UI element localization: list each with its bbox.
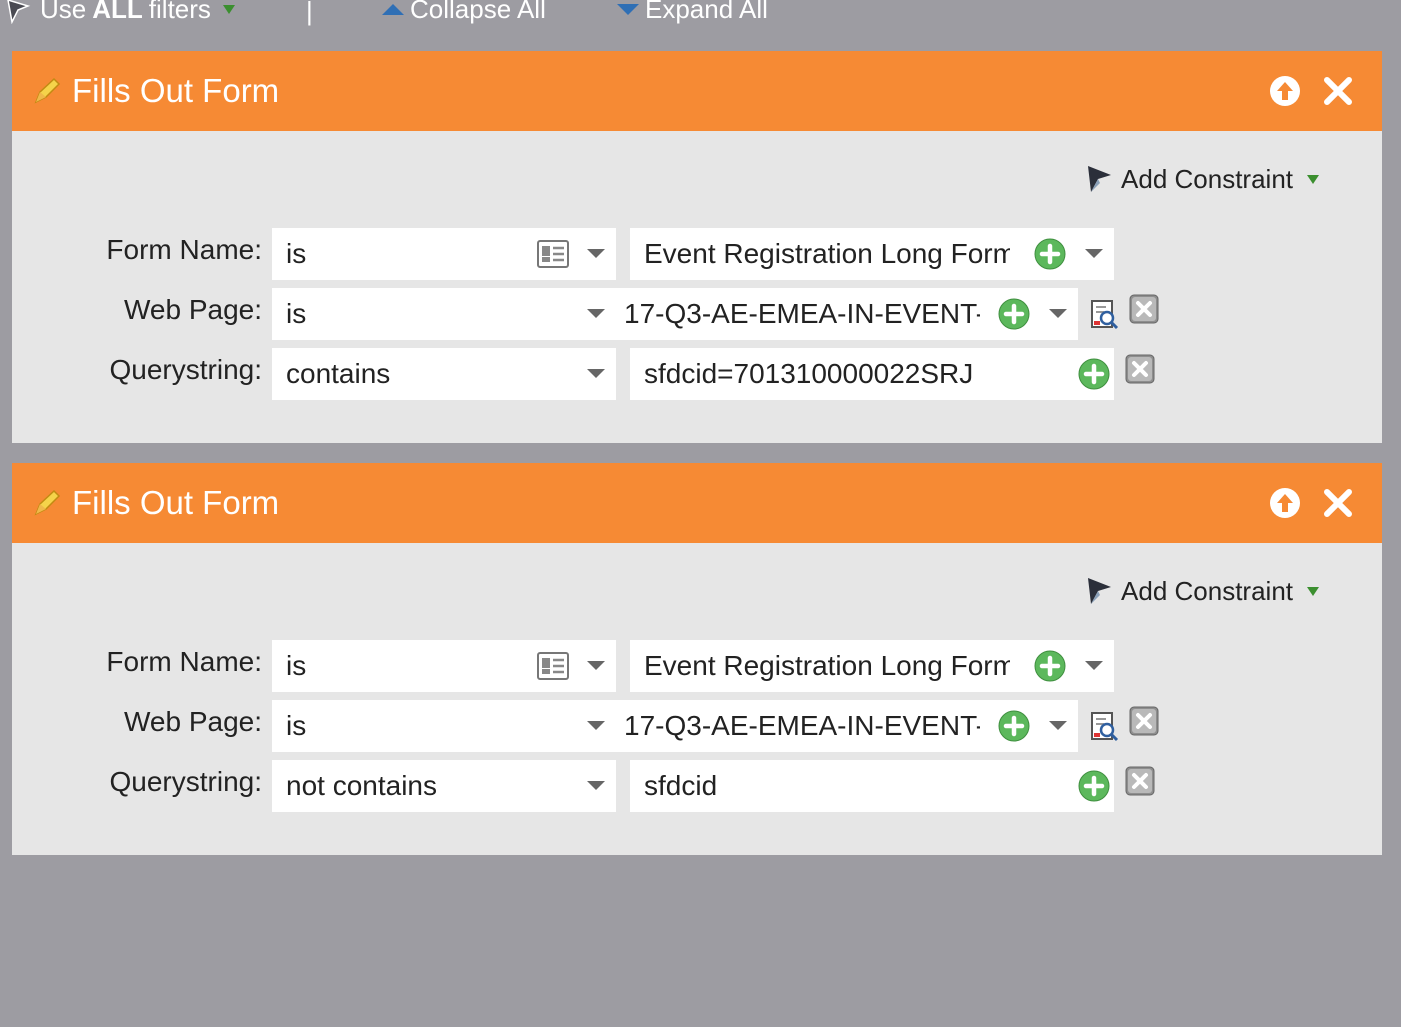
dropdown-caret-icon[interactable] <box>587 309 605 318</box>
operator-value: not contains <box>286 770 437 801</box>
collapse-arrow-icon <box>382 4 404 15</box>
dropdown-arrow-icon <box>222 5 235 14</box>
contact-card-icon[interactable] <box>537 652 569 680</box>
move-up-icon[interactable] <box>1269 487 1301 519</box>
move-up-icon[interactable] <box>1269 75 1301 107</box>
operator-value: is <box>286 298 307 329</box>
constraint-label: Web Page: <box>123 706 262 737</box>
operator-value: is <box>286 710 307 741</box>
toolbar-separator: | <box>306 0 313 26</box>
operator-select[interactable]: is <box>272 288 616 340</box>
pencil-icon <box>34 77 61 104</box>
page-search-icon[interactable] <box>1090 711 1120 743</box>
operator-select[interactable]: not contains <box>272 760 616 812</box>
operator-select[interactable]: is <box>272 700 616 752</box>
value-field[interactable]: 17-Q3-AE-EMEA-IN-EVENT-P... <box>610 700 1078 752</box>
filter-body: Add Constraint Form Name: is Event Registr… <box>12 543 1382 855</box>
funnel-icon <box>1088 166 1112 192</box>
remove-constraint-icon[interactable] <box>1129 706 1159 736</box>
constraint-value: 17-Q3-AE-EMEA-IN-EVENT-P... <box>624 710 980 741</box>
expand-all-button[interactable]: Expand All <box>617 0 768 25</box>
collapse-all-button[interactable]: Collapse All <box>382 0 546 25</box>
operator-value: is <box>286 650 307 681</box>
constraint-value: sfdcid=701310000022SRJ <box>644 358 974 389</box>
dropdown-caret-icon[interactable] <box>1085 661 1103 670</box>
add-constraint-label: Add Constraint <box>1121 575 1293 606</box>
dropdown-caret-icon[interactable] <box>587 661 605 670</box>
filter-header: Fills Out Form <box>12 463 1382 543</box>
dropdown-caret-icon[interactable] <box>587 721 605 730</box>
value-field[interactable]: Event Registration Long Form <box>630 640 1114 692</box>
add-value-icon[interactable] <box>1034 238 1066 270</box>
add-constraint-button[interactable]: Add Constraint <box>1085 575 1319 607</box>
constraint-value: Event Registration Long Form <box>644 650 1010 681</box>
dropdown-caret-icon[interactable] <box>1085 249 1103 258</box>
filter-funnel-icon <box>7 0 31 24</box>
dropdown-caret-icon[interactable] <box>1049 721 1067 730</box>
filter-title: Fills Out Form <box>72 484 280 521</box>
operator-value: contains <box>286 358 391 389</box>
dropdown-caret-icon[interactable] <box>587 369 605 378</box>
filters-label: filters <box>148 0 211 24</box>
add-value-icon[interactable] <box>1034 650 1066 682</box>
contact-card-icon[interactable] <box>537 240 569 268</box>
add-constraint-button[interactable]: Add Constraint <box>1085 163 1319 195</box>
value-field[interactable]: sfdcid=701310000022SRJ <box>630 348 1114 400</box>
dropdown-arrow-icon <box>1307 586 1319 596</box>
add-value-icon[interactable] <box>1078 358 1110 390</box>
operator-select[interactable]: is <box>272 640 616 692</box>
funnel-icon <box>1088 578 1112 604</box>
use-all-bold: ALL <box>92 0 143 24</box>
use-label: Use <box>40 0 87 24</box>
expand-all-label: Expand All <box>645 0 768 24</box>
constraint-value: Event Registration Long Form <box>644 238 1010 269</box>
collapse-all-label: Collapse All <box>410 0 546 24</box>
value-field[interactable]: Event Registration Long Form <box>630 228 1114 280</box>
filter-title: Fills Out Form <box>72 72 280 109</box>
dropdown-caret-icon[interactable] <box>1049 309 1067 318</box>
close-icon[interactable] <box>1322 487 1354 519</box>
filter-panel-1: Fills Out Form Add Constraint Form Name:… <box>12 51 1382 443</box>
constraint-label: Querystring: <box>109 766 263 797</box>
value-field[interactable]: 17-Q3-AE-EMEA-IN-EVENT-P... <box>610 288 1078 340</box>
remove-constraint-icon[interactable] <box>1125 354 1155 384</box>
constraint-value: 17-Q3-AE-EMEA-IN-EVENT-P... <box>624 298 980 329</box>
value-field[interactable]: sfdcid <box>630 760 1114 812</box>
filter-panel-2: Fills Out Form Add Constraint Form Name:… <box>12 463 1382 855</box>
operator-select[interactable]: contains <box>272 348 616 400</box>
dropdown-arrow-icon <box>1307 174 1319 184</box>
filter-body: Add Constraint Form Name: is Event Registr… <box>12 131 1382 443</box>
pencil-icon <box>34 489 61 516</box>
dropdown-caret-icon[interactable] <box>587 249 605 258</box>
operator-value: is <box>286 238 307 269</box>
remove-constraint-icon[interactable] <box>1129 294 1159 324</box>
filter-header: Fills Out Form <box>12 51 1382 131</box>
remove-constraint-icon[interactable] <box>1125 766 1155 796</box>
constraint-label: Form Name: <box>106 234 262 265</box>
filter-toolbar: Use ALL filters | Collapse All Expand Al… <box>0 0 1401 30</box>
add-value-icon[interactable] <box>1078 770 1110 802</box>
constraint-value: sfdcid <box>644 770 718 801</box>
operator-select[interactable]: is <box>272 228 616 280</box>
add-constraint-label: Add Constraint <box>1121 163 1293 194</box>
add-value-icon[interactable] <box>998 298 1030 330</box>
constraint-label: Form Name: <box>106 646 262 677</box>
expand-arrow-icon <box>617 4 639 15</box>
constraint-label: Web Page: <box>123 294 262 325</box>
dropdown-caret-icon[interactable] <box>587 781 605 790</box>
constraint-label: Querystring: <box>109 354 263 385</box>
use-all-filters-dropdown[interactable]: Use ALL filters <box>6 0 235 25</box>
page-search-icon[interactable] <box>1090 299 1120 331</box>
add-value-icon[interactable] <box>998 710 1030 742</box>
close-icon[interactable] <box>1322 75 1354 107</box>
